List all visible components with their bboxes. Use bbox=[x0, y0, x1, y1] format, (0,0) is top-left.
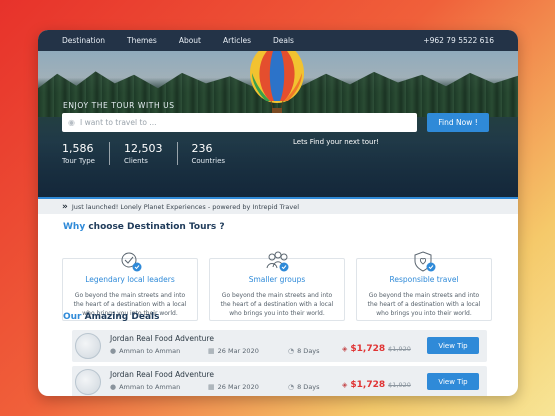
deal-price-value: $1,728 bbox=[350, 344, 386, 354]
hero-stats: 1,586 Tour Type 12,503 Clients 236 Count… bbox=[62, 142, 253, 165]
feature-card-groups: Smaller groups Go beyond the main street… bbox=[209, 251, 345, 321]
deal-price-value: $1,728 bbox=[350, 380, 386, 390]
deal-title[interactable]: Jordan Real Food Adventure bbox=[110, 370, 214, 379]
feature-description: Go beyond the main streets and into the … bbox=[367, 292, 481, 317]
deal-old-price: $1,920 bbox=[388, 381, 411, 389]
calendar-icon: ▦ bbox=[208, 347, 215, 355]
shield-heart-icon bbox=[414, 251, 436, 272]
deal-duration: ◔ 8 Days bbox=[288, 383, 320, 391]
double-chevron-right-icon: » bbox=[62, 201, 68, 212]
deal-duration-text: 8 Days bbox=[297, 383, 320, 391]
nav-item-deals[interactable]: Deals bbox=[273, 36, 294, 45]
deal-row[interactable]: Jordan Real Food Adventure ● Amman to Am… bbox=[72, 330, 487, 362]
stat-value: 12,503 bbox=[124, 142, 163, 155]
deal-duration: ◔ 8 Days bbox=[288, 347, 320, 355]
stat-countries: 236 Countries bbox=[192, 142, 240, 165]
stat-label: Countries bbox=[191, 157, 226, 165]
deal-date-text: 26 Mar 2020 bbox=[217, 347, 259, 355]
stat-label: Clients bbox=[124, 157, 148, 165]
nav-item-destination[interactable]: Destination bbox=[62, 36, 105, 45]
feature-card-responsible: Responsible travel Go beyond the main st… bbox=[356, 251, 492, 321]
deal-date: ▦ 26 Mar 2020 bbox=[208, 347, 259, 355]
deal-price: ◈ $1,728 $1,920 bbox=[342, 380, 411, 390]
deal-date-text: 26 Mar 2020 bbox=[217, 383, 259, 391]
deal-date: ▦ 26 Mar 2020 bbox=[208, 383, 259, 391]
why-section-title: Why choose Destination Tours ? bbox=[63, 222, 225, 232]
calendar-icon: ▦ bbox=[208, 383, 215, 391]
deal-route: ● Amman to Amman bbox=[110, 347, 180, 355]
feature-description: Go beyond the main streets and into the … bbox=[220, 292, 334, 317]
price-tag-icon: ◈ bbox=[342, 345, 348, 353]
location-pin-icon: ● bbox=[110, 347, 117, 355]
stat-value: 236 bbox=[191, 142, 213, 155]
group-icon bbox=[266, 251, 289, 272]
clock-icon: ◔ bbox=[288, 347, 295, 355]
feature-title: Legendary local leaders bbox=[85, 275, 175, 284]
deal-title[interactable]: Jordan Real Food Adventure bbox=[110, 334, 214, 343]
nav-item-articles[interactable]: Articles bbox=[223, 36, 251, 45]
title-rest: choose Destination Tours ? bbox=[88, 222, 225, 232]
hero-title: ENJOY THE TOUR WITH US bbox=[63, 101, 175, 110]
find-now-button[interactable]: Find Now ! bbox=[427, 113, 489, 132]
feature-title: Smaller groups bbox=[248, 275, 306, 284]
stat-value: 1,586 bbox=[62, 142, 94, 155]
stat-clients: 12,503 Clients bbox=[124, 142, 178, 165]
stat-tour-type: 1,586 Tour Type bbox=[62, 142, 110, 165]
nav-item-about[interactable]: About bbox=[179, 36, 201, 45]
top-navigation: Destination Themes About Articles Deals … bbox=[38, 30, 518, 51]
deal-duration-text: 8 Days bbox=[297, 347, 320, 355]
deals-section-title: Our Amazing Deals bbox=[63, 312, 159, 322]
clock-icon: ◔ bbox=[288, 383, 295, 391]
hot-air-balloon-image bbox=[250, 51, 304, 114]
deal-row[interactable]: Jordan Real Food Adventure ● Amman to Am… bbox=[72, 366, 487, 396]
destination-search-input[interactable]: ◉ I want to travel to ... bbox=[62, 113, 417, 132]
deal-map-thumbnail bbox=[75, 369, 101, 395]
deal-old-price: $1,920 bbox=[388, 345, 411, 353]
deal-price: ◈ $1,728 $1,920 bbox=[342, 344, 411, 354]
title-accent: Why bbox=[63, 222, 86, 232]
feature-title: Responsible travel bbox=[389, 275, 459, 284]
leader-badge-icon bbox=[121, 252, 142, 272]
hero-banner: ENJOY THE TOUR WITH US ◉ I want to trave… bbox=[38, 51, 518, 199]
view-tip-button[interactable]: View Tip bbox=[427, 373, 479, 390]
location-pin-icon: ● bbox=[110, 383, 117, 391]
search-placeholder: I want to travel to ... bbox=[79, 118, 157, 127]
title-rest: Amazing Deals bbox=[84, 312, 160, 322]
ticker-text: Just launched! Lonely Planet Experiences… bbox=[71, 202, 299, 211]
browser-frame: Destination Themes About Articles Deals … bbox=[38, 30, 518, 396]
news-ticker[interactable]: » Just launched! Lonely Planet Experienc… bbox=[38, 199, 518, 214]
nav-item-themes[interactable]: Themes bbox=[127, 36, 157, 45]
deal-route-text: Amman to Amman bbox=[119, 383, 181, 391]
title-accent: Our bbox=[63, 312, 82, 322]
price-tag-icon: ◈ bbox=[342, 381, 348, 389]
deal-route-text: Amman to Amman bbox=[119, 347, 181, 355]
deal-route: ● Amman to Amman bbox=[110, 383, 180, 391]
location-pin-icon: ◉ bbox=[68, 118, 75, 127]
hero-tagline: Lets Find your next tour! bbox=[293, 138, 380, 146]
deal-map-thumbnail bbox=[75, 333, 101, 359]
phone-number[interactable]: +962 79 5522 616 bbox=[423, 36, 494, 45]
stat-label: Tour Type bbox=[62, 157, 95, 165]
view-tip-button[interactable]: View Tip bbox=[427, 337, 479, 354]
